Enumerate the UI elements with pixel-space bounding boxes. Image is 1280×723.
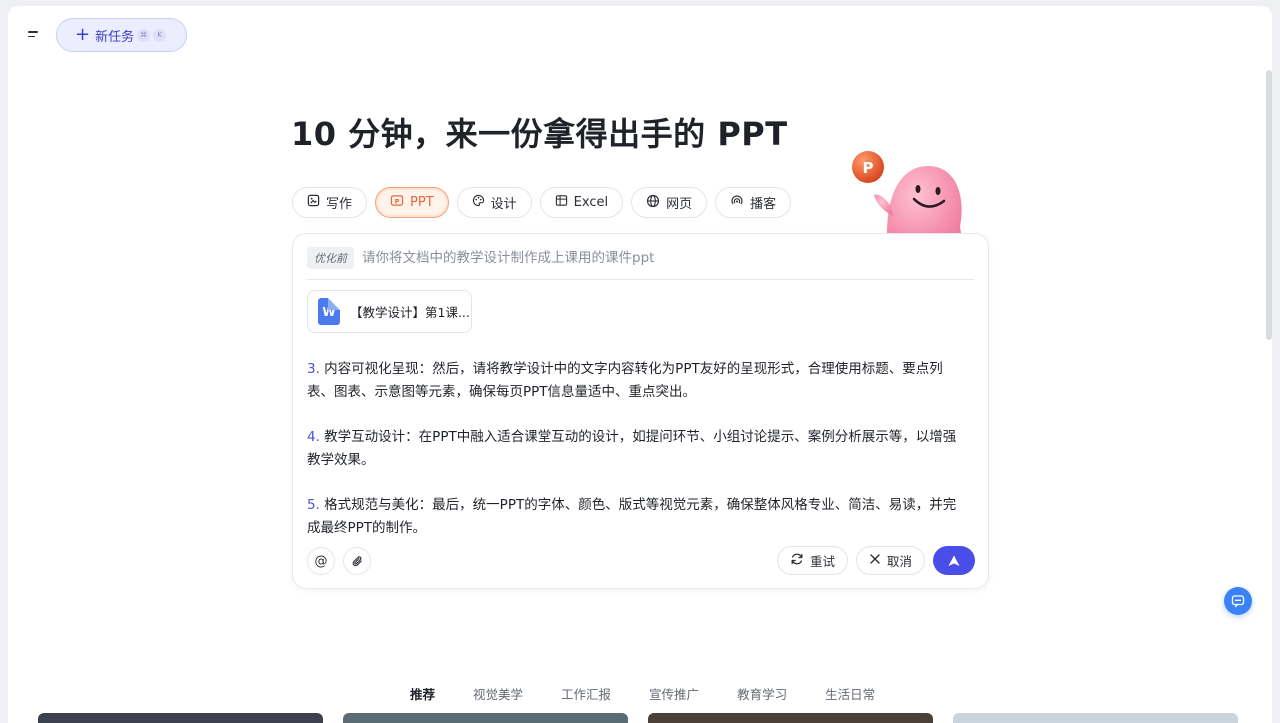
prompt-row: 优化前 请你将文档中的教学设计制作成上课用的课件ppt [307,247,974,280]
card-actions: 重试 取消 [776,546,975,575]
category-daily-life[interactable]: 生活日常 [825,684,875,703]
close-icon [869,553,881,569]
template-thumbnails [38,713,1248,723]
cancel-label: 取消 [886,554,912,569]
response-text: 3. 内容可视化呈现：然后，请将教学设计中的文字内容转化为PPT友好的呈现形式，… [307,358,967,562]
app-window: + 新任务 ⌘ K 10 分钟，来一份拿得出手的 PPT 写作 P PPT 设计 [8,6,1272,723]
attachment-chip[interactable]: W 【教学设计】第1课... [307,290,472,333]
step-item: 5. 格式规范与美化：最后，统一PPT的字体、颜色、版式等视觉元素，确保整体风格… [307,497,957,536]
edit-image-icon [307,194,320,211]
send-arrow-icon [948,555,960,566]
tab-writing[interactable]: 写作 [292,187,368,218]
template-thumbnail[interactable] [953,713,1238,723]
category-education[interactable]: 教育学习 [737,684,787,703]
chat-icon [1231,595,1245,608]
feedback-button[interactable] [1224,587,1252,615]
template-thumbnail[interactable] [343,713,628,723]
globe-icon [646,194,660,212]
tab-label: 播客 [750,197,777,212]
svg-text:P: P [395,197,400,205]
tab-podcast[interactable]: 播客 [715,187,792,218]
page-title: 10 分钟，来一份拿得出手的 PPT [291,115,788,153]
tab-ppt[interactable]: P PPT [375,187,449,218]
tab-label: Excel [573,195,609,210]
new-task-label: 新任务 [95,29,135,45]
before-optimization-tag: 优化前 [307,247,354,269]
podcast-icon [730,194,744,212]
mascot-ppt-badge: P [863,159,874,177]
shortcut-key-cmd: ⌘ [137,28,151,42]
template-thumbnail[interactable] [648,713,933,723]
plus-icon: + [75,24,91,45]
category-recommended[interactable]: 推荐 [410,684,435,703]
step-item: 3. 内容可视化呈现：然后，请将教学设计中的文字内容转化为PPT友好的呈现形式，… [307,361,943,400]
mode-tabs: 写作 P PPT 设计 Excel 网页 播客 [292,187,792,218]
category-visual[interactable]: 视觉美学 [473,684,523,703]
mention-icon[interactable]: @ [307,547,335,575]
attach-icon[interactable] [343,547,371,575]
table-icon [555,194,568,211]
prompt-card: 优化前 请你将文档中的教学设计制作成上课用的课件ppt W 【教学设计】第1课.… [292,233,989,589]
tab-excel[interactable]: Excel [539,187,624,218]
ppt-icon: P [390,194,404,211]
tab-label: 设计 [490,197,517,212]
step-item: 4. 教学互动设计：在PPT中融入适合课堂互动的设计，如提问环节、小组讨论提示、… [307,429,957,468]
attachment-name: 【教学设计】第1课... [350,305,470,320]
palette-icon [472,194,485,211]
tab-label: PPT [410,195,434,210]
category-tabs: 推荐 视觉美学 工作汇报 宣传推广 教育学习 生活日常 [410,684,875,703]
scrollbar[interactable] [1266,70,1272,340]
send-button[interactable] [933,546,975,575]
shortcut-key-k: K [153,28,167,42]
new-task-button[interactable]: + 新任务 ⌘ K [56,18,187,52]
retry-button[interactable]: 重试 [776,546,848,575]
category-promotion[interactable]: 宣传推广 [649,684,699,703]
input-tools: @ [307,547,371,575]
tab-webpage[interactable]: 网页 [631,187,708,218]
sidebar-toggle-icon[interactable] [28,26,44,42]
retry-label: 重试 [809,554,835,569]
tab-label: 写作 [326,197,353,212]
category-work-report[interactable]: 工作汇报 [561,684,611,703]
cancel-button[interactable]: 取消 [855,546,925,575]
prompt-text[interactable]: 请你将文档中的教学设计制作成上课用的课件ppt [362,247,654,269]
word-doc-icon: W [318,298,340,325]
refresh-icon [790,552,804,570]
template-thumbnail[interactable] [38,713,323,723]
tab-label: 网页 [666,197,693,212]
tab-design[interactable]: 设计 [456,187,532,218]
